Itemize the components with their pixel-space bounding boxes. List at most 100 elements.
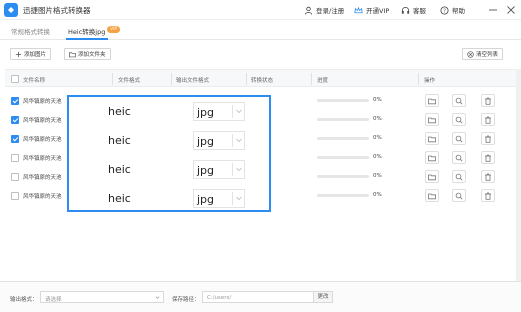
open-folder-button[interactable] [425,170,439,183]
open-folder-button[interactable] [425,132,439,145]
chevron-down-icon [236,138,242,143]
output-format-value: jpg [197,193,215,206]
save-path-value: C:/users/ [207,295,232,301]
preview-button[interactable] [452,189,466,202]
output-format-dropdown[interactable]: jpg [193,131,245,150]
open-folder-button[interactable] [425,113,439,126]
delete-button[interactable] [481,189,495,202]
table-header: 文件名称 文件格式 输出文件格式 转换状态 进度 操作 [5,69,516,87]
delete-button[interactable] [481,113,495,126]
output-format-value: jpg [197,135,215,148]
preview-button[interactable] [452,151,466,164]
output-format-dropdown[interactable]: jpg [193,160,245,179]
save-path-field[interactable]: C:/users/ [202,291,314,303]
source-format: heic [108,163,131,176]
row-checkbox[interactable] [11,154,19,162]
progress-percent: 0% [373,173,382,179]
column-progress: 进度 [317,78,329,84]
active-tab-indicator [66,38,108,40]
scrollbar[interactable] [516,69,521,281]
search-icon [455,173,463,180]
vip-badge: VIP [107,26,121,33]
row-checkbox[interactable] [11,173,19,181]
trash-icon [485,135,491,143]
column-divider [418,73,419,85]
dropdown-divider [232,163,233,176]
file-name: 风华镇原的天池 [23,118,62,124]
change-path-button[interactable]: 更改 [313,291,333,303]
clear-list-label: 清空列表 [476,52,499,58]
tab-bar: 常规格式转换 Heic转换jpg [0,20,521,40]
progress-bar [317,175,369,178]
delete-button[interactable] [481,170,495,183]
source-format: heic [108,105,131,118]
clear-icon [467,50,474,58]
login-button[interactable]: 登录/注册 [304,5,344,15]
preview-button[interactable] [452,170,466,183]
app-title: 迅捷图片格式转换器 [23,6,91,15]
title-bar: 迅捷图片格式转换器 登录/注册 开通VIP 客服 ? 帮助 [0,0,521,20]
row-checkbox[interactable] [11,192,19,200]
progress-percent: 0% [373,97,382,103]
row-checkbox[interactable] [11,135,19,143]
open-folder-button[interactable] [425,189,439,202]
row-checkbox[interactable] [11,116,19,124]
column-divider [171,73,172,85]
open-folder-button[interactable] [425,151,439,164]
folder-icon [428,174,436,180]
file-name: 风华镇原的天池 [23,194,62,200]
tab-heic-to-jpg[interactable]: Heic转换jpg [68,26,105,36]
output-format-select[interactable]: 请选择 [40,291,164,303]
crown-icon [354,6,363,13]
format-highlight-box: heic jpg heic jpg heic jpg heic jpg [67,95,271,212]
trash-icon [485,173,491,181]
chevron-down-icon [236,109,242,114]
preview-button[interactable] [452,94,466,107]
folder-icon [428,117,436,123]
customer-service-button[interactable]: 客服 [401,5,426,15]
help-button[interactable]: ? 帮助 [440,5,465,15]
delete-button[interactable] [481,132,495,145]
column-status: 转换状态 [251,78,274,84]
folder-icon [428,155,436,161]
preview-button[interactable] [452,132,466,145]
progress-bar [317,99,369,102]
minimize-icon[interactable] [487,4,499,16]
vip-button[interactable]: 开通VIP [354,5,389,15]
add-image-button[interactable]: 添加图片 [10,48,52,60]
preview-button[interactable] [452,113,466,126]
row-checkbox[interactable] [11,97,19,105]
progress-bar [317,156,369,159]
user-icon [304,6,313,15]
source-format: heic [108,192,131,205]
column-actions: 操作 [424,78,436,84]
plus-icon [15,51,22,57]
service-label: 客服 [413,7,426,15]
chevron-down-icon [236,196,242,201]
folder-icon [69,51,76,57]
open-folder-button[interactable] [425,94,439,107]
trash-icon [485,97,491,105]
save-path-label: 保存路径： [172,297,200,303]
progress-percent: 0% [373,116,382,122]
file-name: 风华镇原的天池 [23,99,62,105]
select-all-checkbox[interactable] [11,75,19,83]
delete-button[interactable] [481,94,495,107]
add-folder-button[interactable]: 添加文件夹 [64,48,111,60]
progress-bar [317,194,369,197]
output-format-dropdown[interactable]: jpg [193,102,245,121]
app-logo-icon [4,3,18,17]
search-icon [455,135,463,142]
help-label: 帮助 [452,7,465,15]
tab-general-conversion[interactable]: 常规格式转换 [11,26,50,36]
search-icon [455,192,463,199]
folder-icon [428,98,436,104]
source-format: heic [108,134,131,147]
clear-list-button[interactable]: 清空列表 [462,48,504,60]
vip-label: 开通VIP [366,7,390,15]
file-name: 风华镇原的天池 [23,175,62,181]
close-icon[interactable] [505,4,517,16]
dropdown-divider [232,105,233,118]
delete-button[interactable] [481,151,495,164]
output-format-dropdown[interactable]: jpg [193,189,245,208]
